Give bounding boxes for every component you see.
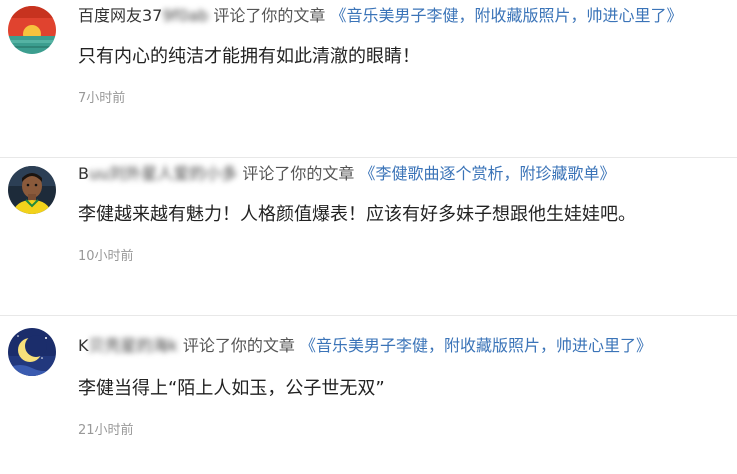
article-link[interactable]: 《音乐美男子李健，附收藏版照片，帅进心里了》 (300, 336, 652, 355)
comment-timestamp: 21小时前 (78, 423, 134, 438)
action-text: 评论了你的文章 (213, 6, 326, 25)
username[interactable]: K贝壳星的海k (78, 336, 178, 355)
avatar-player[interactable] (8, 166, 56, 214)
action-text: 评论了你的文章 (242, 164, 355, 183)
comment-content: 李健越来越有魅力！人格颜值爆表！应该有好多妹子想跟他生娃娃吧。 (78, 204, 636, 225)
comment-timestamp: 10小时前 (78, 249, 134, 264)
comment-item: K贝壳星的海k 评论了你的文章 《音乐美男子李健，附收藏版照片，帅进心里了》 李… (0, 316, 737, 474)
avatar-sunset[interactable] (8, 6, 56, 54)
comment-content: 只有内心的纯洁才能拥有如此清澈的眼睛！ (78, 46, 420, 67)
action-text: 评论了你的文章 (182, 336, 295, 355)
username[interactable]: 百度网友379f0ab (78, 6, 208, 25)
comment-content: 李健当得上“陌上人如玉，公子世无双” (78, 378, 385, 399)
comment-headline: K贝壳星的海k 评论了你的文章 《音乐美男子李健，附收藏版照片，帅进心里了》 (78, 335, 652, 357)
player-avatar-image (8, 166, 56, 214)
notification-feed: 百度网友379f0ab 评论了你的文章 《音乐美男子李健，附收藏版照片，帅进心里… (0, 0, 737, 462)
sunset-avatar-image (8, 6, 56, 54)
article-link[interactable]: 《李健歌曲逐个赏析，附珍藏歌单》 (359, 164, 615, 183)
avatar-moon[interactable] (8, 328, 56, 376)
moon-avatar-image (8, 328, 56, 376)
username[interactable]: Buu刘外星人爱的小多 (78, 164, 237, 183)
comment-timestamp: 7小时前 (78, 91, 126, 106)
comment-headline: Buu刘外星人爱的小多 评论了你的文章 《李健歌曲逐个赏析，附珍藏歌单》 (78, 163, 616, 185)
comment-headline: 百度网友379f0ab 评论了你的文章 《音乐美男子李健，附收藏版照片，帅进心里… (78, 5, 683, 27)
comment-item: Buu刘外星人爱的小多 评论了你的文章 《李健歌曲逐个赏析，附珍藏歌单》 李健越… (0, 158, 737, 316)
comment-item: 百度网友379f0ab 评论了你的文章 《音乐美男子李健，附收藏版照片，帅进心里… (0, 0, 737, 158)
article-link[interactable]: 《音乐美男子李健，附收藏版照片，帅进心里了》 (331, 6, 683, 25)
